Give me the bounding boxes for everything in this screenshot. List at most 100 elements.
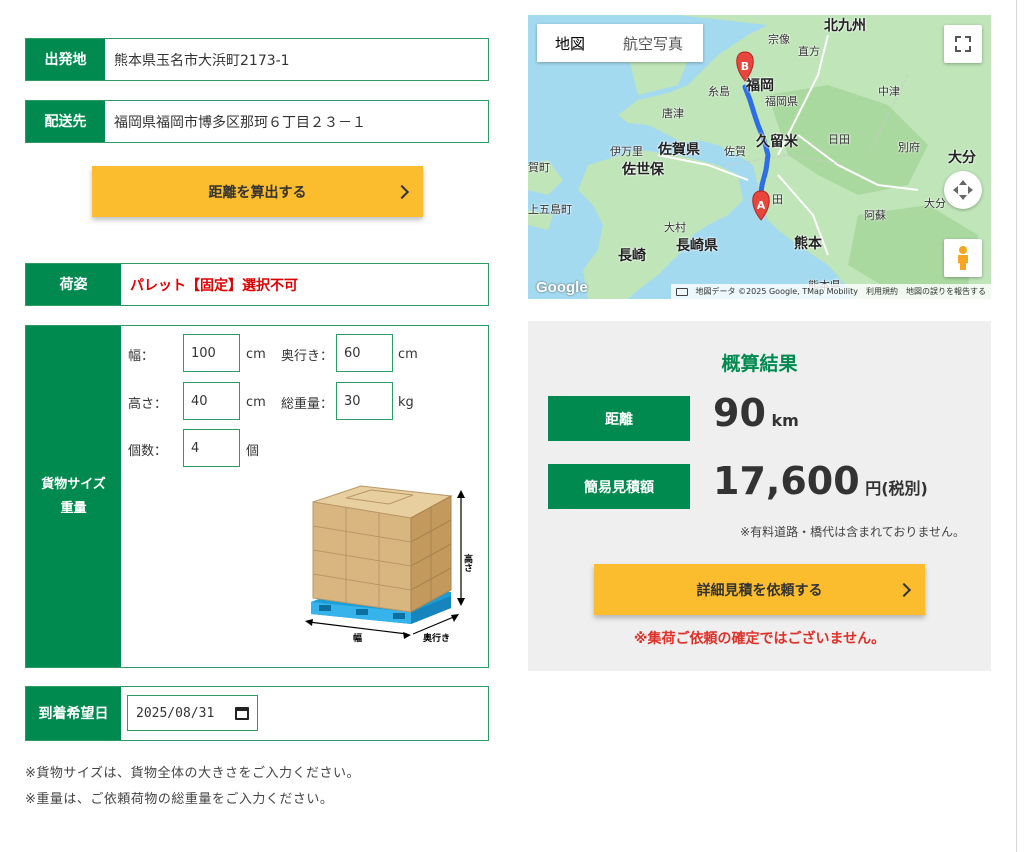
map-label-nagasaki-pref: 長崎県 [676,238,718,254]
illustration-depth-label: 奥行き [422,632,450,644]
destination-label: 配送先 [26,101,105,142]
origin-input[interactable]: 熊本県玉名市大浜町2173-1 [105,39,488,80]
request-detailed-estimate-button[interactable]: 詳細見積を依頼する [594,564,925,615]
destination-input[interactable]: 福岡県福岡市博多区那珂６丁目２３－１ [105,101,488,142]
camera-control-icon [953,180,973,200]
cargo-size-label: 貨物サイズ 重量 [26,326,121,667]
total-weight-input[interactable]: 30 [336,382,393,420]
map-label-ooita-pref: 大分 [924,197,946,210]
map-label-saga: 佐賀 [724,145,746,158]
estimate-value: 17,600 円(税別) [713,459,928,503]
map-label-omura: 大村 [664,221,686,234]
map-label-itoshima: 糸島 [708,85,730,98]
marker-a-label: A [757,199,766,212]
keyboard-shortcuts-icon[interactable] [675,287,688,296]
packing-label: 荷姿 [26,264,121,305]
map-label-kitakyushu: 北九州 [824,18,866,34]
map-label-karatsu: 唐津 [662,107,684,120]
estimate-number: 17,600 [713,459,860,503]
origin-label: 出発地 [26,39,105,80]
map-label-kumamoto: 熊本 [794,236,822,252]
map-tab-satellite[interactable]: 航空写真 [603,24,703,62]
map-label-saga-west: 賀町 [528,161,550,174]
cargo-size-label-line2: 重量 [60,500,87,516]
map-label-imari: 伊万里 [610,145,643,158]
map-data-credit: 地図データ ©2025 Google, TMap Mobility [695,287,858,296]
map-label-beppu: 別府 [898,141,920,154]
packing-value: パレット【固定】選択不可 [121,264,488,305]
distance-label: 距離 [548,396,690,441]
request-detailed-estimate-label: 詳細見積を依頼する [696,582,823,599]
map-label-saga-pref: 佐賀県 [658,142,700,158]
marker-b-label: B [741,60,749,73]
chevron-right-icon [394,184,410,199]
fullscreen-icon [955,36,971,52]
google-logo: Google [536,279,588,296]
calendar-icon[interactable] [235,707,249,720]
chevron-right-icon [896,582,912,597]
packing-row: 荷姿 パレット【固定】選択不可 [25,263,489,306]
map-label-kamigoto: 上五島町 [528,203,572,216]
depth-input[interactable]: 60 [336,334,393,372]
terms-link[interactable]: 利用規約 [866,286,898,297]
height-input[interactable]: 40 [183,382,240,420]
map-label-aso: 阿蘇 [864,209,886,222]
map-label-nogata: 直方 [798,45,820,58]
report-error-link[interactable]: 地図の誤りを報告する [906,286,986,297]
map-attribution: 地図データ ©2025 Google, TMap Mobility 利用規約 地… [670,284,991,299]
route-map[interactable]: A B 北九州 宗像 直方 糸島 福岡 福岡県 中津 唐津 久留米 日田 伊万里… [528,15,991,299]
map-label-hita: 日田 [828,133,850,146]
illustration-height-label: 高さ [462,553,473,572]
calculate-distance-button[interactable]: 距離を算出する [92,166,423,217]
count-input[interactable]: 4 [183,429,240,467]
illustration-width-label: 幅 [353,632,362,644]
count-unit: 個 [246,444,260,459]
count-label: 個数： [128,444,168,459]
fullscreen-button[interactable] [944,25,982,63]
estimate-result-panel: 概算結果 距離 90 km 簡易見積額 17,600 円(税別) ※有料道路・橋… [528,321,991,671]
cargo-size-label-line1: 貨物サイズ [41,476,106,492]
width-label: 幅： [128,349,155,364]
arrival-label: 到着希望日 [26,687,121,740]
cargo-size-section: 貨物サイズ 重量 幅： 100 cm 奥行き： 60 cm 高さ： 40 cm … [25,325,489,668]
cargo-size-note: ※貨物サイズは、貨物全体の大きさをご入力ください。 [25,766,361,781]
result-title: 概算結果 [721,353,798,375]
map-label-sasebo: 佐世保 [622,162,664,178]
depth-unit: cm [398,347,418,362]
page-border [1016,0,1017,852]
map-label-nakatsu: 中津 [878,85,900,98]
arrival-date-input[interactable]: 2025/08/31 [127,695,258,731]
pallet-illustration: 高さ 幅 奥行き [305,485,473,644]
distance-number: 90 [713,391,766,435]
map-label-nagasaki: 長崎 [618,248,646,264]
total-weight-unit: kg [398,395,414,410]
width-unit: cm [246,347,266,362]
height-label: 高さ： [128,397,168,412]
street-view-button[interactable] [944,239,982,277]
distance-unit: km [771,411,799,430]
estimate-label: 簡易見積額 [548,464,690,509]
map-label-fukuoka: 福岡 [746,78,774,94]
map-type-tabs: 地図 航空写真 [537,24,703,62]
estimate-unit: 円(税別) [865,479,928,498]
map-camera-control[interactable] [944,171,982,209]
arrival-date-value: 2025/08/31 [136,705,215,721]
toll-note: ※有料道路・橋代は含まれておりません。 [740,525,965,539]
depth-label: 奥行き： [281,349,334,364]
not-confirmed-warning: ※集荷ご依頼の確定ではございません。 [633,631,886,647]
weight-note: ※重量は、ご依頼荷物の総重量をご入力ください。 [25,792,334,807]
origin-row: 出発地 熊本県玉名市大浜町2173-1 [25,38,489,81]
map-tab-map[interactable]: 地図 [537,24,603,62]
map-label-taku: 田 [772,193,783,206]
map-label-oita: 大分 [948,150,976,166]
map-label-fukuoka-pref: 福岡県 [765,95,798,108]
pegman-icon [958,246,968,270]
total-weight-label: 総重量： [281,397,334,412]
map-label-kurume: 久留米 [756,134,798,150]
height-unit: cm [246,395,266,410]
map-label-munakata: 宗像 [768,33,790,46]
destination-row: 配送先 福岡県福岡市博多区那珂６丁目２３－１ [25,100,489,143]
width-input[interactable]: 100 [183,334,240,372]
distance-value: 90 km [713,391,799,435]
calculate-distance-label: 距離を算出する [208,184,307,201]
